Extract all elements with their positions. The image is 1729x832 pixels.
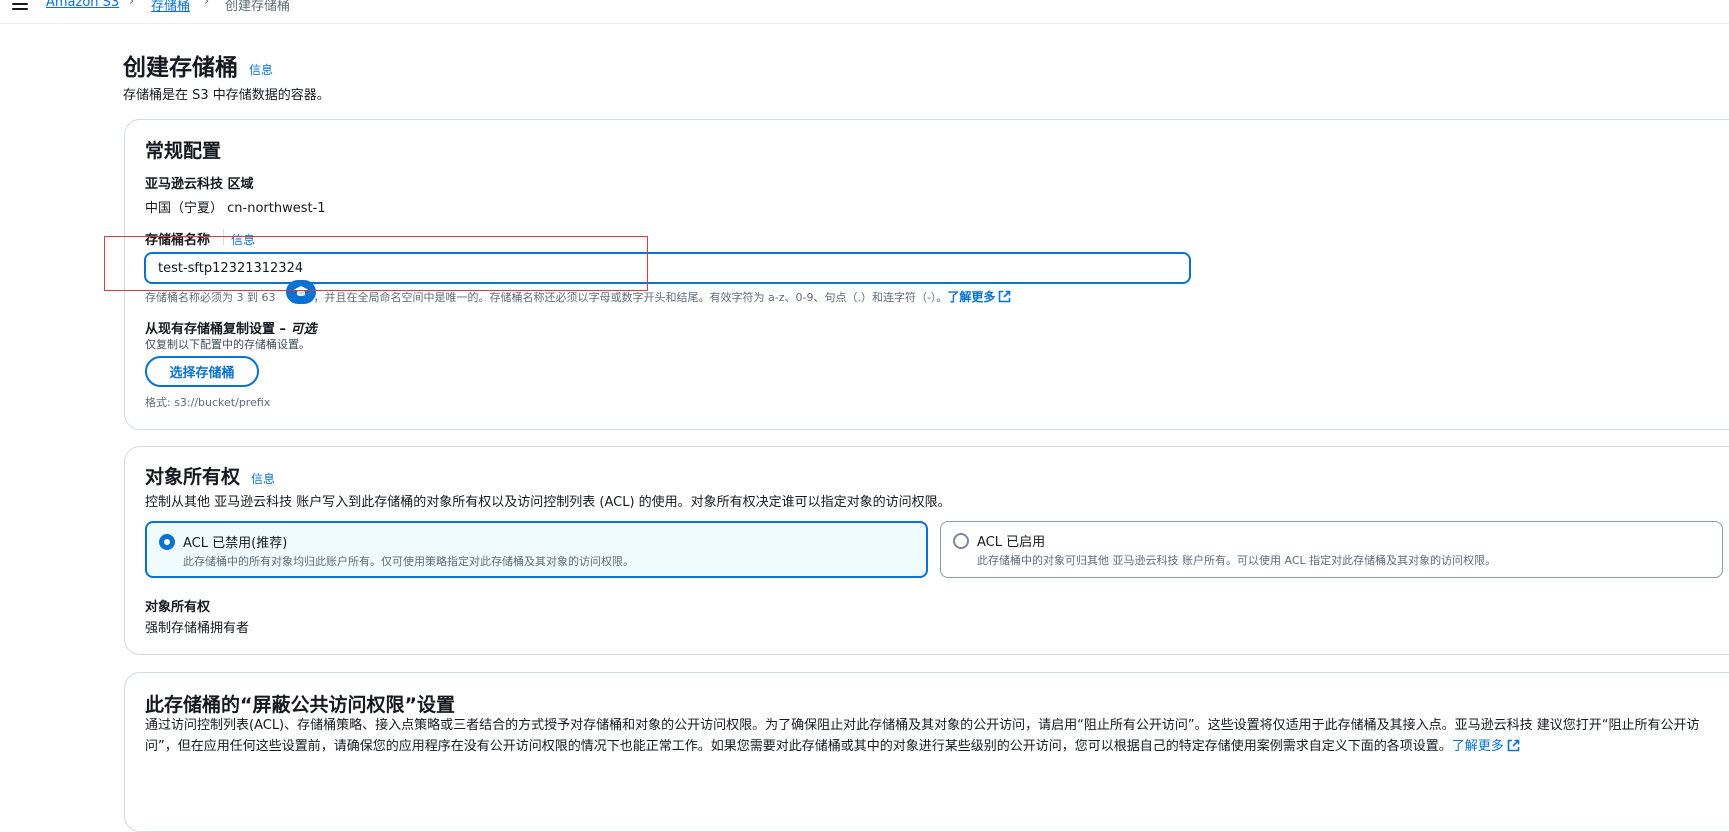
bucket-name-hint: 存储桶名称必须为 3 到 63 符，并且在全局命名空间中是唯一的。存储桶名称还必须… [145,288,1011,305]
acl-enabled-radio[interactable] [953,533,969,549]
breadcrumb-current: 创建存储桶 [225,0,291,14]
breadcrumb-buckets[interactable]: 存储桶 [151,0,190,14]
object-owner-value: 强制存储桶拥有者 [145,621,250,636]
learn-more-label: 了解更多 [947,290,996,304]
copy-settings-label-text: 从现有存储桶复制设置 – [145,322,291,337]
acl-enabled-description: 此存储桶中的对象可归其他 亚马逊云科技 账户所有。可以使用 ACL 指定对此存储… [977,554,1497,567]
page-info-link[interactable]: 信息 [249,61,273,78]
learn-more-link[interactable]: 了解更多 [947,290,1011,304]
acl-disabled-title: ACL 已禁用(推荐) [183,536,288,551]
block-public-access-description: 通过访问控制列表(ACL)、存储桶策略、接入点策略或三者结合的方式授予对存储桶和… [145,715,1705,757]
object-ownership-info-link[interactable]: 信息 [251,470,275,487]
general-configuration-title: 常规配置 [145,140,222,162]
copy-settings-description: 仅复制以下配置中的存储桶设置。 [145,338,310,351]
choose-bucket-button[interactable]: 选择存储桶 [145,356,259,387]
bucket-name-hint-part1: 存储桶名称必须为 3 到 63 [145,291,276,304]
acl-disabled-radio[interactable] [159,534,175,550]
top-navigation-bar: Amazon S3 › 存储桶 › 创建存储桶 [0,0,1729,24]
copy-settings-label: 从现有存储桶复制设置 – 可选 [145,318,317,337]
bucket-name-hint-part2: 符，并且在全局命名空间中是唯一的。存储桶名称还必须以字母或数字开头和结尾。有效字… [302,291,948,304]
format-hint: 格式: s3://bucket/prefix [145,396,271,409]
chevron-right-icon: › [204,0,210,9]
acl-enabled-title: ACL 已启用 [977,535,1046,550]
breadcrumb-amazon-s3[interactable]: Amazon S3 [46,0,119,10]
object-owner-label: 对象所有权 [145,600,211,615]
acl-disabled-option[interactable]: ACL 已禁用(推荐) 此存储桶中的所有对象均归此账户所有。仅可使用策略指定对此… [145,521,928,578]
block-public-learn-more-label: 了解更多 [1451,739,1504,754]
object-ownership-description: 控制从其他 亚马逊云科技 账户写入到此存储桶的对象所有权以及访问控制列表 (AC… [145,495,951,510]
label-divider [223,229,224,245]
acl-enabled-option[interactable]: ACL 已启用 此存储桶中的对象可归其他 亚马逊云科技 账户所有。可以使用 AC… [940,521,1723,578]
graduation-cap-icon[interactable] [286,280,316,304]
external-link-icon [1507,739,1520,752]
bucket-name-info-link[interactable]: 信息 [231,231,255,248]
block-public-learn-more-link[interactable]: 了解更多 [1452,739,1520,754]
page-title: 创建存储桶 [123,55,238,81]
bucket-name-label: 存储桶名称 [145,233,211,248]
region-label: 亚马逊云科技 区域 [145,177,254,192]
copy-settings-optional: 可选 [290,322,317,337]
block-public-access-title: 此存储桶的“屏蔽公共访问权限”设置 [145,694,455,716]
acl-disabled-description: 此存储桶中的所有对象均归此账户所有。仅可使用策略指定对此存储桶及其对象的访问权限… [183,555,634,568]
hamburger-menu-icon[interactable] [12,0,28,12]
page-description: 存储桶是在 S3 中存储数据的容器。 [123,88,330,103]
external-link-icon [999,290,1011,303]
region-value: 中国（宁夏） cn-northwest-1 [145,201,326,216]
object-ownership-title: 对象所有权 [145,466,241,488]
chevron-right-icon: › [129,0,135,9]
